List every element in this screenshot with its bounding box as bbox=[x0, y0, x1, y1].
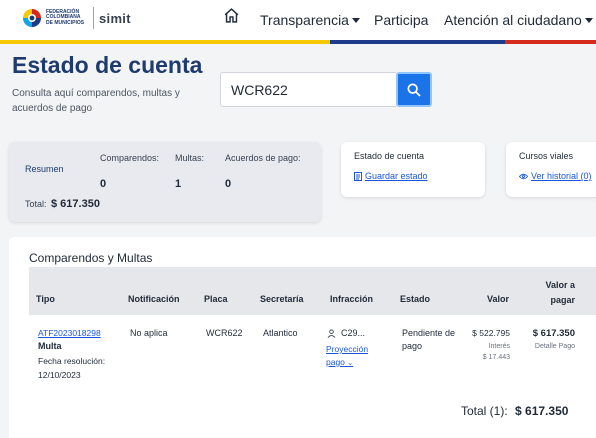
estado-card-title: Estado de cuenta bbox=[354, 151, 425, 161]
row-notificacion: No aplica bbox=[130, 328, 168, 338]
home-icon[interactable] bbox=[223, 7, 240, 24]
ver-historial-link[interactable]: Ver historial (0) bbox=[519, 171, 592, 181]
comparendo-id-link[interactable]: ATF2023018298 bbox=[38, 327, 101, 340]
guardar-estado-link[interactable]: Guardar estado bbox=[354, 171, 428, 181]
nav-participa-label: Participa bbox=[374, 12, 429, 28]
caret-down-icon bbox=[584, 17, 593, 23]
multas-count: 1 bbox=[175, 178, 182, 190]
search-input[interactable] bbox=[220, 72, 396, 107]
section-title: Comparendos y Multas bbox=[29, 251, 153, 265]
row-interes-label: Interés bbox=[488, 343, 510, 350]
table-total: Total (1): $ 617.350 bbox=[461, 404, 568, 418]
table-total-label: Total (1): bbox=[461, 404, 508, 418]
site-logo[interactable]: FEDERACIÓN COLOMBIANA DE MUNICIPIOS simi… bbox=[22, 7, 131, 29]
summary-card: Resumen Comparendos: 0 Multas: 1 Acuerdo… bbox=[9, 142, 321, 222]
row-placa: WCR622 bbox=[206, 328, 243, 338]
infraccion-code: C29... bbox=[341, 328, 366, 338]
col-valor-pagar: Valor a pagar bbox=[545, 280, 575, 305]
search-icon bbox=[407, 82, 421, 97]
plate-search bbox=[220, 72, 433, 107]
ver-historial-label: Ver historial (0) bbox=[531, 171, 592, 181]
cursos-viales-card: Cursos viales Ver historial (0) bbox=[506, 142, 596, 197]
fcm-logo-icon bbox=[22, 8, 42, 28]
multas-label: Multas: bbox=[175, 153, 205, 163]
estado-cuenta-card: Estado de cuenta Guardar estado bbox=[341, 142, 485, 197]
page-title: Estado de cuenta bbox=[12, 52, 203, 78]
nav-transparencia[interactable]: Transparencia bbox=[260, 0, 360, 40]
col-notificacion: Notificación bbox=[128, 294, 180, 304]
detalle-pago-link[interactable]: Detalle Pago bbox=[515, 343, 575, 350]
row-interes: $ 17.443 bbox=[482, 354, 510, 361]
flag-stripe bbox=[0, 40, 596, 44]
proyeccion-pago-link[interactable]: Proyección pago ⌄ bbox=[326, 343, 376, 370]
logo-divider bbox=[93, 7, 94, 29]
comparendos-count: 0 bbox=[100, 178, 107, 190]
row-fecha-label: Fecha resolución: bbox=[38, 356, 106, 366]
person-icon bbox=[327, 329, 336, 338]
row-secretaria: Atlantico bbox=[263, 328, 298, 338]
table-total-value: $ 617.350 bbox=[515, 404, 569, 418]
cursos-card-title: Cursos viales bbox=[519, 151, 574, 161]
comparendos-multas-section: Comparendos y Multas Tipo Notificación P… bbox=[9, 237, 596, 438]
acuerdos-count: 0 bbox=[225, 178, 232, 190]
col-placa: Placa bbox=[204, 294, 228, 304]
row-infraccion[interactable]: C29... bbox=[327, 327, 365, 340]
comparendos-label: Comparendos: bbox=[100, 153, 160, 163]
summary-total-label: Total: bbox=[25, 199, 47, 209]
page-subtitle: Consulta aquí comparendos, multas y acue… bbox=[12, 88, 180, 114]
col-estado: Estado bbox=[400, 294, 431, 304]
nav-atencion-ciudadano[interactable]: Atención al ciudadano bbox=[444, 0, 593, 40]
col-valor: Valor bbox=[487, 294, 510, 304]
row-valor-pagar: $ 617.350 bbox=[532, 328, 575, 339]
row-valor: $ 522.795 bbox=[472, 328, 510, 338]
table-header: Tipo Notificación Placa Secretaría Infra… bbox=[29, 267, 596, 315]
col-secretaria: Secretaría bbox=[260, 294, 304, 304]
acuerdos-label: Acuerdos de pago: bbox=[225, 153, 301, 163]
col-infraccion: Infracción bbox=[330, 294, 374, 304]
guardar-estado-label: Guardar estado bbox=[365, 171, 428, 181]
row-tipo: Multa bbox=[38, 341, 62, 351]
caret-down-icon bbox=[351, 17, 360, 23]
nav-transparencia-label: Transparencia bbox=[260, 12, 349, 28]
eye-icon bbox=[519, 173, 528, 179]
chevron-down-icon: ⌄ bbox=[347, 360, 354, 367]
logo-text: FEDERACIÓN COLOMBIANA DE MUNICIPIOS bbox=[46, 8, 85, 26]
simit-brand: simit bbox=[99, 10, 131, 26]
search-button[interactable] bbox=[396, 72, 432, 107]
col-tipo: Tipo bbox=[36, 294, 55, 304]
row-fecha: 12/10/2023 bbox=[38, 370, 81, 380]
document-icon bbox=[354, 171, 362, 181]
summary-label: Resumen bbox=[25, 164, 64, 174]
nav-atencion-label: Atención al ciudadano bbox=[444, 12, 582, 28]
nav-participa[interactable]: Participa bbox=[374, 0, 428, 40]
summary-total-value: $ 617.350 bbox=[51, 198, 100, 210]
top-navbar: FEDERACIÓN COLOMBIANA DE MUNICIPIOS simi… bbox=[0, 0, 596, 40]
